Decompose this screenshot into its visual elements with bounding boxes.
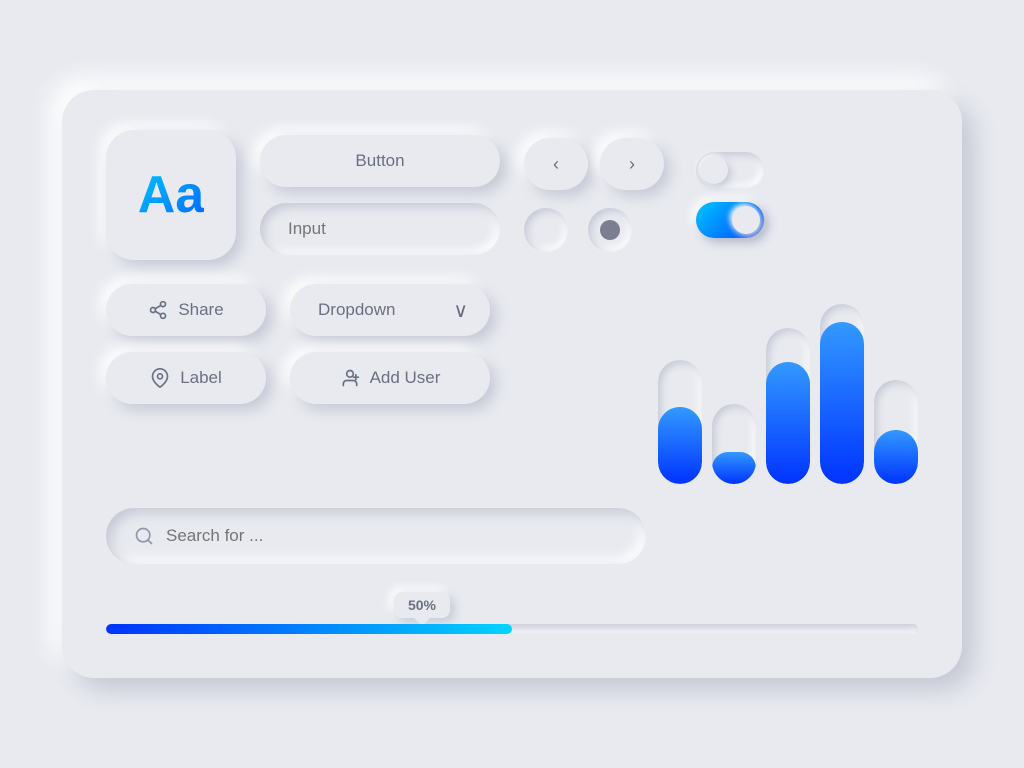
bar-fill-4 [820, 322, 864, 484]
bar-5 [874, 284, 918, 484]
bar-container-4 [820, 304, 864, 484]
share-label-col: Share Label [106, 284, 266, 404]
row-2: Share Label Dropdown ∨ [106, 284, 918, 484]
toggle-knob-on [732, 206, 760, 234]
bar-fill-1 [658, 407, 702, 484]
progress-fill [106, 624, 512, 634]
font-label: Aa [138, 165, 204, 225]
bar-container-3 [766, 328, 810, 484]
radio-inner-filled [600, 220, 620, 240]
progress-track[interactable] [106, 624, 918, 634]
bar-fill-2 [712, 452, 756, 484]
toggle-on[interactable] [696, 202, 764, 238]
bar-chart [658, 284, 918, 484]
label-btn[interactable]: Label [106, 352, 266, 404]
arrows-radios-col: ‹ › [524, 138, 664, 252]
progress-tooltip-wrap: 50% [394, 592, 450, 618]
label-text: Label [180, 368, 222, 388]
share-label: Share [178, 300, 223, 320]
main-card: Aa Button ‹ › [62, 90, 962, 678]
search-icon [134, 526, 154, 546]
toggle-col [696, 152, 764, 238]
bar-container-2 [712, 404, 756, 484]
arrow-right-btn[interactable]: › [600, 138, 664, 190]
radio-empty[interactable] [524, 208, 568, 252]
bar-2 [712, 284, 756, 484]
bar-fill-3 [766, 362, 810, 484]
arrow-row: ‹ › [524, 138, 664, 190]
progress-label-wrap: 50% [106, 592, 918, 618]
button-input-col: Button [260, 135, 500, 255]
share-btn[interactable]: Share [106, 284, 266, 336]
dropdown-btn[interactable]: Dropdown ∨ [290, 284, 490, 336]
radio-inner-empty [536, 220, 556, 240]
dropdown-label: Dropdown [318, 300, 396, 320]
bar-fill-5 [874, 430, 918, 484]
input-field[interactable] [260, 203, 500, 255]
font-card: Aa [106, 130, 236, 260]
search-input[interactable] [166, 526, 618, 546]
row-1: Aa Button ‹ › [106, 130, 918, 260]
add-user-label: Add User [370, 368, 441, 388]
bar-1 [658, 284, 702, 484]
bar-container-1 [658, 360, 702, 484]
radio-filled[interactable] [588, 208, 632, 252]
bar-3 [766, 284, 810, 484]
bar-4 [820, 284, 864, 484]
add-user-icon [340, 368, 360, 388]
add-user-btn[interactable]: Add User [290, 352, 490, 404]
toggle-knob-off [700, 156, 728, 184]
arrow-left-btn[interactable]: ‹ [524, 138, 588, 190]
share-icon [148, 300, 168, 320]
row-3 [106, 508, 918, 564]
radio-group [524, 208, 664, 252]
bar-container-5 [874, 380, 918, 484]
progress-tooltip: 50% [394, 592, 450, 618]
button-btn[interactable]: Button [260, 135, 500, 187]
chevron-down-icon: ∨ [453, 298, 468, 323]
dropdown-adduser-col: Dropdown ∨ Add User [290, 284, 490, 404]
toggle-off[interactable] [696, 152, 764, 188]
location-icon [150, 368, 170, 388]
progress-section: 50% [106, 592, 918, 634]
search-bar[interactable] [106, 508, 646, 564]
